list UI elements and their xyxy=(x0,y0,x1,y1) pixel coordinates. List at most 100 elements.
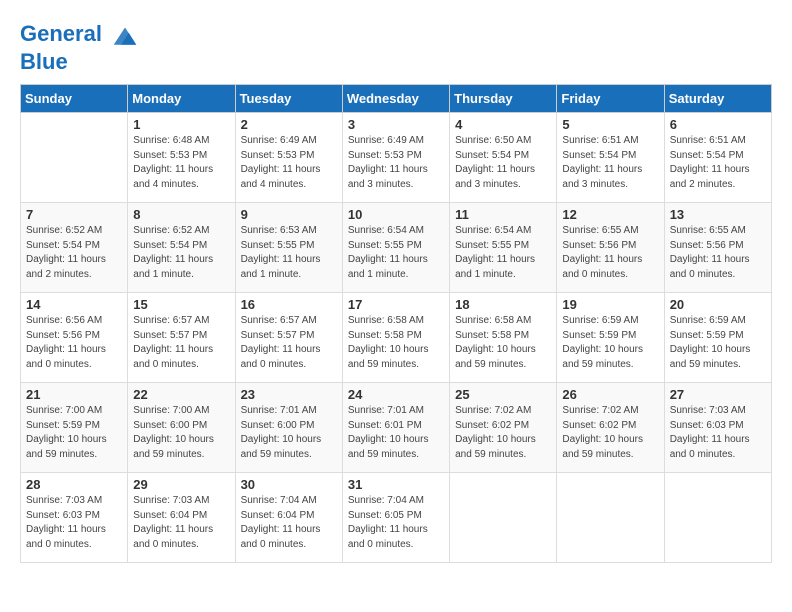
day-info: Sunrise: 6:53 AM Sunset: 5:55 PM Dayligh… xyxy=(241,224,337,282)
calendar-cell: 13 Sunrise: 6:55 AM Sunset: 5:56 PM Dayli… xyxy=(664,203,771,293)
logo-icon xyxy=(110,20,140,50)
day-number: 6 xyxy=(670,117,766,132)
calendar-cell xyxy=(21,113,128,203)
calendar-cell: 19 Sunrise: 6:59 AM Sunset: 5:59 PM Dayli… xyxy=(557,293,664,383)
page-header: General Blue xyxy=(20,20,772,74)
day-info: Sunrise: 6:59 AM Sunset: 5:59 PM Dayligh… xyxy=(670,314,766,372)
day-number: 23 xyxy=(241,387,337,402)
calendar-week-row: 14 Sunrise: 6:56 AM Sunset: 5:56 PM Dayli… xyxy=(21,293,772,383)
day-info: Sunrise: 6:48 AM Sunset: 5:53 PM Dayligh… xyxy=(133,134,229,192)
logo-general: General xyxy=(20,21,102,46)
day-number: 21 xyxy=(26,387,122,402)
calendar-cell: 21 Sunrise: 7:00 AM Sunset: 5:59 PM Dayli… xyxy=(21,383,128,473)
calendar-cell: 23 Sunrise: 7:01 AM Sunset: 6:00 PM Dayli… xyxy=(235,383,342,473)
day-number: 17 xyxy=(348,297,444,312)
calendar-cell: 30Sunrise: 7:04 AM Sunset: 6:04 PM Dayli… xyxy=(235,473,342,563)
day-info: Sunrise: 6:50 AM Sunset: 5:54 PM Dayligh… xyxy=(455,134,551,192)
day-info: Sunrise: 6:57 AM Sunset: 5:57 PM Dayligh… xyxy=(133,314,229,372)
day-info: Sunrise: 6:54 AM Sunset: 5:55 PM Dayligh… xyxy=(455,224,551,282)
day-info: Sunrise: 6:54 AM Sunset: 5:55 PM Dayligh… xyxy=(348,224,444,282)
calendar-cell: 14 Sunrise: 6:56 AM Sunset: 5:56 PM Dayli… xyxy=(21,293,128,383)
calendar-body: 1 Sunrise: 6:48 AM Sunset: 5:53 PM Daylig… xyxy=(21,113,772,563)
calendar-cell: 6Sunrise: 6:51 AM Sunset: 5:54 PM Daylig… xyxy=(664,113,771,203)
calendar-cell: 1 Sunrise: 6:48 AM Sunset: 5:53 PM Daylig… xyxy=(128,113,235,203)
calendar-cell: 17 Sunrise: 6:58 AM Sunset: 5:58 PM Dayli… xyxy=(342,293,449,383)
calendar-cell: 7 Sunrise: 6:52 AM Sunset: 5:54 PM Daylig… xyxy=(21,203,128,293)
day-info: Sunrise: 7:01 AM Sunset: 6:00 PM Dayligh… xyxy=(241,404,337,462)
calendar-cell: 20 Sunrise: 6:59 AM Sunset: 5:59 PM Dayli… xyxy=(664,293,771,383)
day-number: 15 xyxy=(133,297,229,312)
calendar-cell: 4 Sunrise: 6:50 AM Sunset: 5:54 PM Daylig… xyxy=(450,113,557,203)
calendar-cell: 26Sunrise: 7:02 AM Sunset: 6:02 PM Dayli… xyxy=(557,383,664,473)
calendar-cell: 15 Sunrise: 6:57 AM Sunset: 5:57 PM Dayli… xyxy=(128,293,235,383)
calendar-cell: 5 Sunrise: 6:51 AM Sunset: 5:54 PM Daylig… xyxy=(557,113,664,203)
day-info: Sunrise: 7:03 AM Sunset: 6:04 PM Dayligh… xyxy=(133,494,229,552)
day-info: Sunrise: 6:56 AM Sunset: 5:56 PM Dayligh… xyxy=(26,314,122,372)
day-info: Sunrise: 6:52 AM Sunset: 5:54 PM Dayligh… xyxy=(133,224,229,282)
calendar-cell: 3Sunrise: 6:49 AM Sunset: 5:53 PM Daylig… xyxy=(342,113,449,203)
calendar-header: SundayMondayTuesdayWednesdayThursdayFrid… xyxy=(21,85,772,113)
day-number: 10 xyxy=(348,207,444,222)
day-number: 29 xyxy=(133,477,229,492)
day-info: Sunrise: 6:59 AM Sunset: 5:59 PM Dayligh… xyxy=(562,314,658,372)
calendar-cell: 18 Sunrise: 6:58 AM Sunset: 5:58 PM Dayli… xyxy=(450,293,557,383)
day-info: Sunrise: 7:03 AM Sunset: 6:03 PM Dayligh… xyxy=(26,494,122,552)
day-info: Sunrise: 6:58 AM Sunset: 5:58 PM Dayligh… xyxy=(455,314,551,372)
day-info: Sunrise: 7:00 AM Sunset: 5:59 PM Dayligh… xyxy=(26,404,122,462)
calendar-cell xyxy=(450,473,557,563)
calendar-cell: 25Sunrise: 7:02 AM Sunset: 6:02 PM Dayli… xyxy=(450,383,557,473)
day-info: Sunrise: 7:02 AM Sunset: 6:02 PM Dayligh… xyxy=(562,404,658,462)
day-info: Sunrise: 7:04 AM Sunset: 6:04 PM Dayligh… xyxy=(241,494,337,552)
day-number: 31 xyxy=(348,477,444,492)
calendar-cell xyxy=(664,473,771,563)
day-number: 1 xyxy=(133,117,229,132)
day-number: 8 xyxy=(133,207,229,222)
day-info: Sunrise: 6:52 AM Sunset: 5:54 PM Dayligh… xyxy=(26,224,122,282)
day-number: 18 xyxy=(455,297,551,312)
calendar-cell: 10 Sunrise: 6:54 AM Sunset: 5:55 PM Dayli… xyxy=(342,203,449,293)
header-row: SundayMondayTuesdayWednesdayThursdayFrid… xyxy=(21,85,772,113)
day-number: 14 xyxy=(26,297,122,312)
weekday-header: Monday xyxy=(128,85,235,113)
weekday-header: Saturday xyxy=(664,85,771,113)
day-number: 20 xyxy=(670,297,766,312)
day-info: Sunrise: 6:55 AM Sunset: 5:56 PM Dayligh… xyxy=(670,224,766,282)
calendar-table: SundayMondayTuesdayWednesdayThursdayFrid… xyxy=(20,84,772,563)
day-info: Sunrise: 6:58 AM Sunset: 5:58 PM Dayligh… xyxy=(348,314,444,372)
calendar-week-row: 28 Sunrise: 7:03 AM Sunset: 6:03 PM Dayli… xyxy=(21,473,772,563)
logo-text: General xyxy=(20,20,140,50)
calendar-cell: 16 Sunrise: 6:57 AM Sunset: 5:57 PM Dayli… xyxy=(235,293,342,383)
weekday-header: Thursday xyxy=(450,85,557,113)
day-number: 28 xyxy=(26,477,122,492)
day-number: 16 xyxy=(241,297,337,312)
weekday-header: Friday xyxy=(557,85,664,113)
weekday-header: Wednesday xyxy=(342,85,449,113)
day-number: 12 xyxy=(562,207,658,222)
day-number: 3 xyxy=(348,117,444,132)
day-info: Sunrise: 7:02 AM Sunset: 6:02 PM Dayligh… xyxy=(455,404,551,462)
day-info: Sunrise: 6:51 AM Sunset: 5:54 PM Dayligh… xyxy=(562,134,658,192)
calendar-cell: 24Sunrise: 7:01 AM Sunset: 6:01 PM Dayli… xyxy=(342,383,449,473)
calendar-cell: 8 Sunrise: 6:52 AM Sunset: 5:54 PM Daylig… xyxy=(128,203,235,293)
day-number: 11 xyxy=(455,207,551,222)
calendar-week-row: 7 Sunrise: 6:52 AM Sunset: 5:54 PM Daylig… xyxy=(21,203,772,293)
calendar-cell: 22Sunrise: 7:00 AM Sunset: 6:00 PM Dayli… xyxy=(128,383,235,473)
calendar-week-row: 21 Sunrise: 7:00 AM Sunset: 5:59 PM Dayli… xyxy=(21,383,772,473)
day-number: 2 xyxy=(241,117,337,132)
day-number: 22 xyxy=(133,387,229,402)
day-number: 5 xyxy=(562,117,658,132)
day-number: 13 xyxy=(670,207,766,222)
day-number: 19 xyxy=(562,297,658,312)
day-number: 4 xyxy=(455,117,551,132)
day-number: 24 xyxy=(348,387,444,402)
day-info: Sunrise: 6:57 AM Sunset: 5:57 PM Dayligh… xyxy=(241,314,337,372)
calendar-week-row: 1 Sunrise: 6:48 AM Sunset: 5:53 PM Daylig… xyxy=(21,113,772,203)
day-number: 9 xyxy=(241,207,337,222)
day-number: 27 xyxy=(670,387,766,402)
calendar-cell: 2Sunrise: 6:49 AM Sunset: 5:53 PM Daylig… xyxy=(235,113,342,203)
day-number: 7 xyxy=(26,207,122,222)
calendar-cell: 11 Sunrise: 6:54 AM Sunset: 5:55 PM Dayli… xyxy=(450,203,557,293)
calendar-cell: 12Sunrise: 6:55 AM Sunset: 5:56 PM Dayli… xyxy=(557,203,664,293)
calendar-cell: 31 Sunrise: 7:04 AM Sunset: 6:05 PM Dayli… xyxy=(342,473,449,563)
day-info: Sunrise: 7:04 AM Sunset: 6:05 PM Dayligh… xyxy=(348,494,444,552)
